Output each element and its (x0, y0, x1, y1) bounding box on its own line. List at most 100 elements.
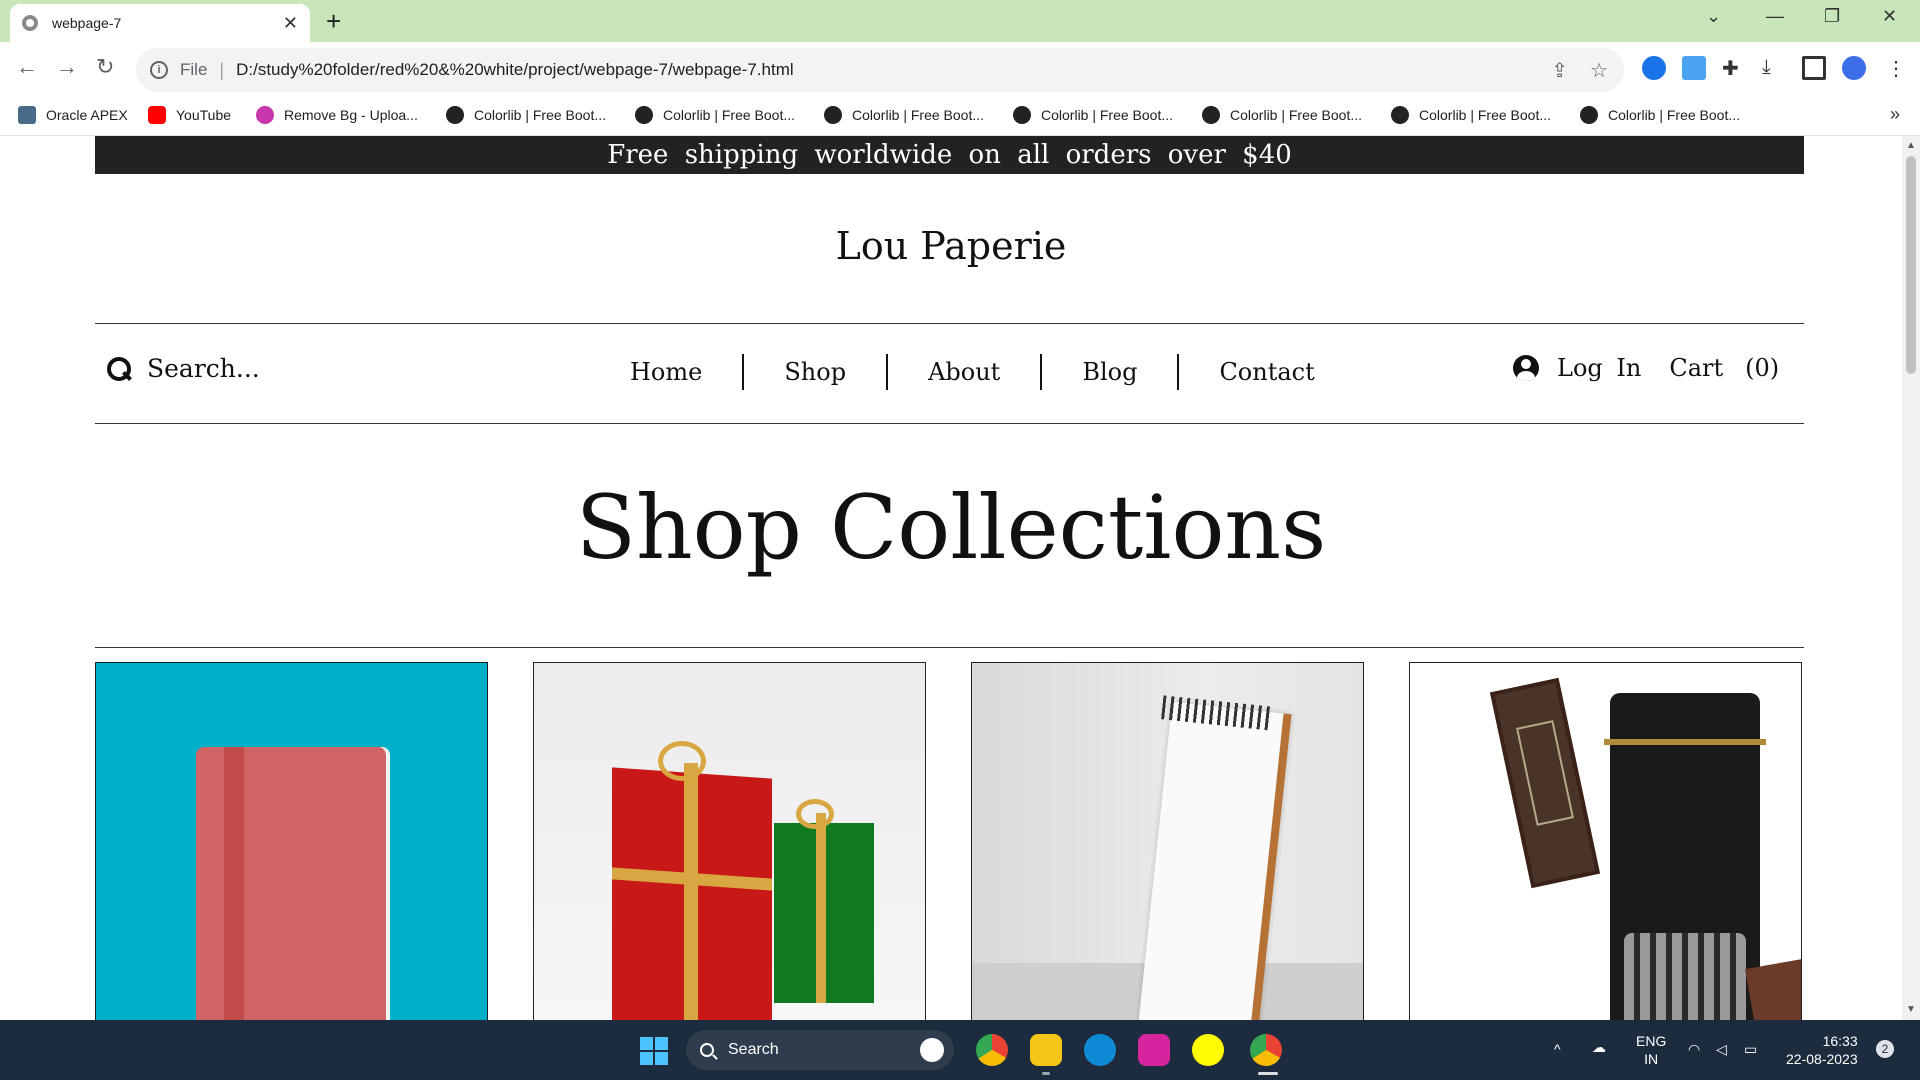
cart-count[interactable]: (0) (1745, 354, 1779, 382)
address-bar[interactable]: i File | D:/study%20folder/red%20&%20whi… (136, 48, 1624, 92)
site-info-icon[interactable]: i (150, 61, 168, 79)
windows-taskbar: Search ^ ☁ ENG IN ◠ ◁ ▭ 16:33 22-08-2023… (0, 1020, 1920, 1080)
page-scrollbar[interactable]: ▲ ▼ (1902, 136, 1920, 1020)
volume-icon[interactable]: ◁ (1716, 1040, 1727, 1058)
browser-menu-icon[interactable]: ⋮ (1886, 56, 1910, 80)
user-icon[interactable] (1513, 355, 1539, 381)
wifi-icon[interactable]: ◠ (1688, 1040, 1700, 1058)
chrome-active-icon[interactable] (1250, 1034, 1282, 1066)
bookmark-item[interactable]: Colorlib | Free Boot... (446, 106, 606, 124)
profile-avatar[interactable] (1842, 56, 1866, 80)
bookmarks-bar: Oracle APEX YouTube Remove Bg - Uploa...… (0, 98, 1920, 136)
notebook-band (224, 747, 244, 1020)
bookmark-label: Colorlib | Free Boot... (1230, 107, 1363, 123)
youtube-icon (148, 106, 166, 124)
search-input[interactable]: Search... (147, 354, 260, 383)
section-divider (95, 647, 1804, 648)
forward-icon[interactable]: → (56, 54, 78, 80)
restore-button[interactable]: ❐ (1824, 6, 1840, 27)
instagram-icon[interactable] (1138, 1034, 1170, 1066)
download-extension-icon[interactable] (1682, 56, 1706, 80)
file-explorer-icon[interactable] (1030, 1034, 1062, 1066)
tab-search-icon[interactable]: ⌄ (1706, 6, 1721, 27)
new-tab-button[interactable]: + (326, 6, 341, 37)
bookmark-item[interactable]: Oracle APEX (18, 106, 128, 124)
oracle-apex-icon (18, 106, 36, 124)
remove-bg-icon (256, 106, 274, 124)
nav-item-contact[interactable]: Contact (1179, 354, 1354, 390)
search-icon (700, 1043, 714, 1057)
active-indicator (1258, 1072, 1278, 1075)
tab-title: webpage-7 (52, 15, 122, 31)
nav-divider (95, 423, 1804, 424)
nav-item-shop[interactable]: Shop (744, 354, 889, 390)
colorlib-icon (1202, 106, 1220, 124)
notification-badge[interactable]: 2 (1876, 1040, 1894, 1058)
taskbar-search-label: Search (728, 1041, 779, 1058)
snapchat-icon[interactable] (1192, 1034, 1224, 1066)
collection-card-notepad[interactable] (971, 662, 1364, 1020)
downloads-icon[interactable]: ⤓ (1762, 56, 1786, 80)
search-icon[interactable] (107, 356, 131, 381)
share-icon[interactable]: ⇪ (1551, 58, 1568, 83)
language-indicator[interactable]: ENG IN (1636, 1032, 1666, 1068)
page-favicon-icon (22, 15, 38, 31)
windows-start-icon[interactable] (640, 1037, 668, 1065)
taskbar-search[interactable]: Search (686, 1030, 954, 1070)
search-box[interactable]: Search... (107, 354, 260, 383)
bookmark-item[interactable]: Remove Bg - Uploa... (256, 106, 418, 124)
bookmark-label: Colorlib | Free Boot... (852, 107, 985, 123)
bookmark-item[interactable]: Colorlib | Free Boot... (824, 106, 984, 124)
account-area: Log In Cart (0) (1513, 354, 1779, 382)
gift-bow (658, 741, 706, 781)
bookmark-item[interactable]: Colorlib | Free Boot... (1013, 106, 1173, 124)
show-hidden-icons-icon[interactable]: ^ (1554, 1040, 1561, 1058)
login-link[interactable]: Log In (1557, 354, 1641, 382)
tab-close-icon[interactable]: ✕ (283, 13, 298, 34)
promo-banner: Free shipping worldwide on all orders ov… (95, 136, 1804, 174)
clock[interactable]: 16:33 22-08-2023 (1786, 1032, 1858, 1068)
running-indicator (1042, 1072, 1050, 1075)
nav-item-home[interactable]: Home (590, 354, 745, 390)
collection-card-typewriter[interactable] (1409, 662, 1802, 1020)
minimize-button[interactable]: — (1766, 6, 1784, 27)
side-panel-icon[interactable] (1802, 56, 1826, 80)
section-title: Shop Collections (575, 476, 1327, 579)
bing-icon[interactable] (920, 1038, 944, 1062)
scrollbar-thumb[interactable] (1906, 156, 1916, 374)
bookmark-item[interactable]: Colorlib | Free Boot... (635, 106, 795, 124)
edge-icon[interactable] (1084, 1034, 1116, 1066)
gift-ribbon (684, 763, 698, 1020)
brand-title[interactable]: Lou Paperie (0, 224, 1902, 268)
bookmark-item[interactable]: YouTube (148, 106, 231, 124)
bookmark-label: Oracle APEX (46, 107, 128, 123)
typewriter-carriage (1604, 739, 1766, 745)
close-window-button[interactable]: ✕ (1882, 6, 1897, 27)
reload-icon[interactable]: ↻ (96, 54, 114, 80)
onedrive-icon[interactable]: ☁ (1592, 1038, 1606, 1056)
collection-card-gifts[interactable] (533, 662, 926, 1020)
bookmark-label: Colorlib | Free Boot... (1419, 107, 1552, 123)
url-text[interactable]: D:/study%20folder/red%20&%20white/projec… (236, 60, 794, 80)
extension-icon[interactable] (1642, 56, 1666, 80)
back-icon[interactable]: ← (16, 54, 38, 80)
collection-card-notebook[interactable] (95, 662, 488, 1020)
bookmark-item[interactable]: Colorlib | Free Boot... (1580, 106, 1740, 124)
address-separator: | (219, 59, 225, 80)
bookmark-star-icon[interactable]: ☆ (1590, 58, 1608, 83)
scroll-up-icon[interactable]: ▲ (1906, 140, 1916, 151)
scroll-down-icon[interactable]: ▼ (1906, 1004, 1916, 1015)
more-bookmarks-icon[interactable]: » (1890, 104, 1900, 125)
region-code: IN (1644, 1051, 1659, 1067)
language-code: ENG (1636, 1033, 1667, 1049)
battery-icon[interactable]: ▭ (1744, 1040, 1757, 1058)
nav-item-about[interactable]: About (888, 354, 1043, 390)
main-navigation: Search... Home Shop About Blog Contact L… (95, 324, 1804, 422)
chrome-taskbar-icon[interactable] (976, 1034, 1008, 1066)
nav-item-blog[interactable]: Blog (1042, 354, 1180, 390)
bookmark-item[interactable]: Colorlib | Free Boot... (1391, 106, 1551, 124)
bookmark-item[interactable]: Colorlib | Free Boot... (1202, 106, 1362, 124)
extensions-puzzle-icon[interactable]: ✚ (1722, 56, 1746, 80)
cart-link[interactable]: Cart (1669, 354, 1723, 382)
browser-tab[interactable]: webpage-7 ✕ (10, 4, 310, 42)
